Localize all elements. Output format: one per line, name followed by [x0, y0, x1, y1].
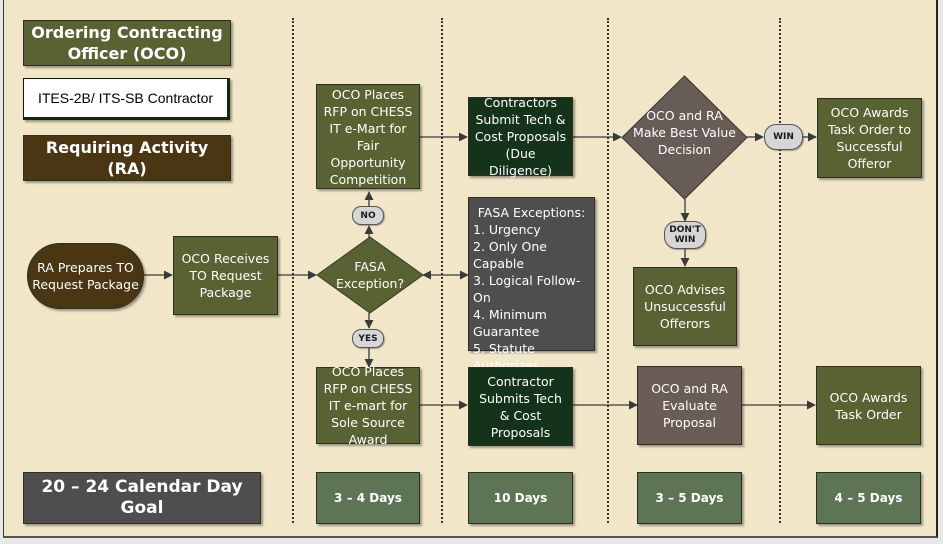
node-fair-opportunity-label: OCO Places RFP on CHESS IT e-Mart for Fa…: [323, 86, 413, 187]
node-contractor-submits[interactable]: Contractor Submits Tech & Cost Proposals: [468, 367, 573, 446]
node-fasa-decision-label: FASA Exception?: [335, 259, 405, 291]
node-contractors-submit-label: Contractors Submit Tech & Cost Proposals…: [474, 95, 567, 178]
legend-ra-label: Requiring Activity (RA): [45, 138, 209, 178]
timeline-phase-label: 3 – 4 Days: [334, 490, 402, 505]
node-ra-prepares[interactable]: RA Prepares TO Request Package: [27, 243, 144, 309]
node-award-task-order[interactable]: OCO Awards Task Order: [816, 366, 921, 445]
node-award-task-order-label: OCO Awards Task Order: [829, 389, 908, 422]
node-ra-prepares-label: RA Prepares TO Request Package: [32, 260, 139, 292]
timeline-phase-3: 3 – 5 Days: [637, 472, 742, 524]
node-advise-unsuccessful[interactable]: OCO Advises Unsuccessful Offerors: [633, 267, 737, 346]
legend-contractor-label: ITES-2B/ ITS-SB Contractor: [37, 89, 214, 106]
node-best-value[interactable]: OCO and RA Make Best Value Decision: [621, 75, 748, 200]
fasa-exception-item: 1. Urgency: [473, 222, 541, 237]
label-dont-win-text: DON'T WIN: [669, 225, 701, 245]
node-fair-opportunity[interactable]: OCO Places RFP on CHESS IT e-Mart for Fa…: [316, 84, 420, 189]
node-award-successful[interactable]: OCO Awards Task Order to Successful Offe…: [817, 98, 922, 178]
node-award-successful-label: OCO Awards Task Order to Successful Offe…: [828, 105, 911, 171]
timeline-phase-label: 4 – 5 Days: [834, 490, 903, 505]
fasa-exceptions-title: FASA Exceptions:: [477, 205, 586, 220]
label-yes: YES: [352, 329, 384, 348]
phase-divider: [292, 18, 294, 523]
timeline-phase-2: 10 Days: [468, 472, 573, 524]
legend-contractor: ITES-2B/ ITS-SB Contractor: [23, 78, 230, 120]
node-oco-receives[interactable]: OCO Receives TO Request Package: [173, 236, 278, 315]
label-no-text: NO: [360, 210, 376, 221]
node-evaluate-proposal-label: OCO and RA Evaluate Proposal: [651, 381, 728, 430]
node-best-value-label: OCO and RA Make Best Value Decision: [633, 108, 736, 157]
fasa-exception-item: 2. Only One Capable: [473, 239, 547, 271]
label-yes-text: YES: [358, 333, 378, 344]
timeline-phase-label: 3 – 5 Days: [655, 490, 724, 505]
node-advise-unsuccessful-label: OCO Advises Unsuccessful Offerors: [644, 282, 726, 331]
node-evaluate-proposal[interactable]: OCO and RA Evaluate Proposal: [637, 366, 742, 445]
label-dont-win: DON'T WIN: [664, 221, 706, 249]
phase-divider: [607, 18, 609, 523]
phase-divider: [441, 18, 443, 523]
legend-oco-label: Ordering Contracting Officer (OCO): [31, 23, 223, 63]
label-win: WIN: [764, 124, 803, 150]
node-sole-source[interactable]: OCO Places RFP on CHESS IT e-mart for So…: [316, 364, 420, 447]
timeline-goal-label: 20 – 24 Calendar Day Goal: [41, 477, 243, 518]
fasa-exception-item: 3. Logical Follow-On: [473, 273, 581, 305]
label-no: NO: [352, 206, 384, 225]
legend-ra: Requiring Activity (RA): [23, 135, 231, 181]
timeline-goal: 20 – 24 Calendar Day Goal: [23, 472, 261, 524]
node-oco-receives-label: OCO Receives TO Request Package: [181, 251, 270, 300]
node-contractor-submits-label: Contractor Submits Tech & Cost Proposals: [479, 373, 562, 440]
legend-oco: Ordering Contracting Officer (OCO): [23, 20, 231, 66]
timeline-phase-label: 10 Days: [493, 490, 548, 505]
timeline-phase-4: 4 – 5 Days: [816, 472, 921, 524]
fasa-exceptions-note: FASA Exceptions: 1. Urgency 2. Only One …: [468, 197, 595, 373]
node-contractors-submit[interactable]: Contractors Submit Tech & Cost Proposals…: [468, 95, 573, 178]
timeline-phase-1: 3 – 4 Days: [316, 472, 420, 524]
phase-divider: [779, 18, 781, 523]
node-fasa-decision[interactable]: FASA Exception?: [316, 236, 424, 314]
label-win-text: WIN: [773, 132, 794, 142]
fasa-exception-item: 4. Minimum Guarantee: [473, 307, 547, 339]
node-sole-source-label: OCO Places RFP on CHESS IT e-mart for So…: [323, 364, 413, 447]
